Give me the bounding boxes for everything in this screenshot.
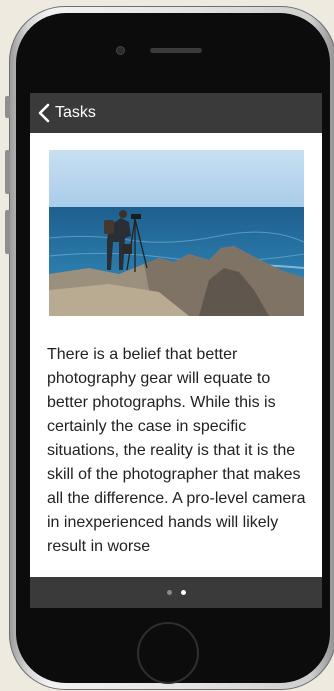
front-camera <box>117 47 124 54</box>
mute-switch <box>5 96 10 118</box>
screen: Tasks There is a belief that better phot… <box>30 93 322 608</box>
chevron-left-icon <box>38 103 50 123</box>
navigation-bar: Tasks <box>30 93 322 133</box>
article-body: There is a belief that better photograph… <box>47 346 306 555</box>
article-photo <box>49 150 304 316</box>
volume-up-button <box>5 150 10 194</box>
back-button[interactable]: Tasks <box>38 103 96 123</box>
volume-down-button <box>5 210 10 254</box>
page-indicator <box>30 577 322 608</box>
earpiece-speaker <box>150 48 202 53</box>
photographer-on-rocks-image <box>49 150 304 316</box>
page-dot-2[interactable] <box>180 590 186 595</box>
page-dot-1[interactable] <box>166 590 172 595</box>
home-button[interactable] <box>137 622 199 684</box>
back-button-label: Tasks <box>55 104 96 121</box>
